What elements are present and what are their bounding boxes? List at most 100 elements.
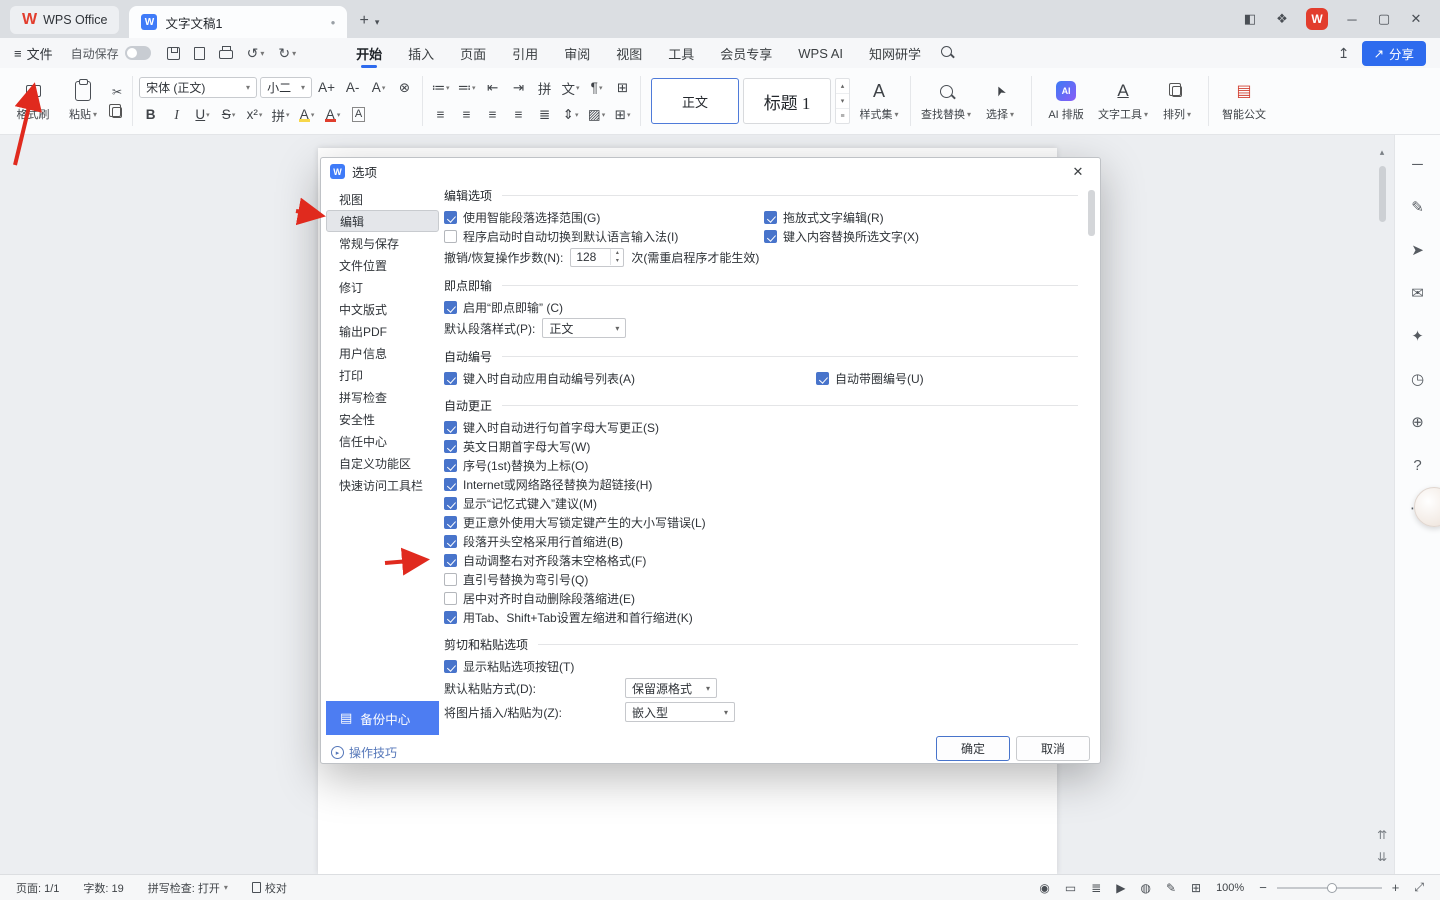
font-name-select[interactable]: 宋体 (正文) ▾ <box>139 77 258 98</box>
checkbox[interactable] <box>444 478 457 491</box>
option-row[interactable]: 自动带圈编号(U) <box>816 369 924 388</box>
text-tool-button[interactable]: A 文字工具 ▾ <box>1094 80 1152 122</box>
dialog-sidebar-item[interactable]: 信任中心 <box>326 430 439 452</box>
checkbox[interactable] <box>444 554 457 567</box>
option-row[interactable]: 键入内容替换所选文字(X) <box>764 227 919 246</box>
menu-tab[interactable]: ✦知网研学 <box>869 38 921 68</box>
checkbox[interactable] <box>444 516 457 529</box>
autosave-toggle[interactable] <box>124 46 151 60</box>
checkbox[interactable] <box>444 459 457 472</box>
file-menu-button[interactable]: ≡ 文件 <box>14 44 53 63</box>
phonetic-button[interactable]: 拼 ▾ <box>269 104 292 125</box>
undo-steps-stepper[interactable]: ▴ ▾ <box>610 249 623 265</box>
font-color-button[interactable]: A ▾ <box>321 104 344 125</box>
dialog-sidebar-item[interactable]: 修订 <box>326 276 439 298</box>
upload-icon[interactable]: ↥ <box>1338 45 1350 62</box>
default-paste-select[interactable]: 保留源格式 ▾ <box>625 678 717 698</box>
option-row[interactable]: 使用智能段落选择范围(G) <box>444 208 764 227</box>
option-row[interactable]: 英文日期首字母大写(W) <box>444 437 1078 456</box>
save-button[interactable] <box>166 46 180 60</box>
default-style-select[interactable]: 正文 ▾ <box>542 318 627 338</box>
read-mode-icon[interactable]: ▶ <box>1116 881 1125 895</box>
fullscreen-icon[interactable]: ⤢ <box>1414 880 1424 895</box>
dialog-sidebar-item[interactable]: 拼写检查 <box>326 386 439 408</box>
redo-button[interactable]: ↻ ▾ <box>278 45 296 62</box>
search-button[interactable] <box>941 46 953 60</box>
scroll-up-icon[interactable]: ▴ <box>1380 147 1385 158</box>
numbering-button[interactable]: ≕ ▾ <box>455 77 478 98</box>
zoom-level[interactable]: 100% <box>1216 882 1244 894</box>
underline-button[interactable]: U ▾ <box>191 104 214 125</box>
align-center-button[interactable]: ≡ <box>455 104 478 125</box>
wps-home-tab[interactable]: W WPS Office <box>10 6 120 34</box>
distribute-button[interactable]: ≣ <box>533 104 556 125</box>
maximize-button[interactable]: ▢ <box>1370 5 1398 33</box>
option-row[interactable]: 用Tab、Shift+Tab设置左缩进和首行缩进(K) <box>444 608 1078 627</box>
option-row[interactable]: 段落开头空格采用行首缩进(B) <box>444 532 1078 551</box>
user-avatar[interactable]: W <box>1306 8 1328 30</box>
undo-button[interactable]: ↺ ▾ <box>247 45 265 62</box>
undo-caret-icon[interactable]: ▾ <box>260 49 264 58</box>
comment-icon[interactable]: ✉ <box>1407 282 1429 304</box>
image-paste-select[interactable]: 嵌入型 ▾ <box>625 702 735 722</box>
superscript-button[interactable]: x² ▾ <box>243 104 266 125</box>
ai-layout-button[interactable]: AI AI 排版 <box>1038 80 1094 122</box>
paste-button[interactable]: 粘贴 ▾ <box>58 79 108 122</box>
checkbox[interactable] <box>764 230 777 243</box>
option-row[interactable]: 键入时自动进行句首字母大写更正(S) <box>444 418 1078 437</box>
gallery-down-icon[interactable]: ▾ <box>836 93 850 108</box>
checkbox[interactable] <box>444 372 457 385</box>
dialog-sidebar-item[interactable]: 常规与保存 <box>326 232 439 254</box>
menu-tab[interactable]: ✦会员专享 <box>720 38 772 68</box>
paragraph-mark-button[interactable]: ¶ ▾ <box>585 77 608 98</box>
zoom-slider-thumb[interactable] <box>1326 882 1337 893</box>
new-tab-button[interactable]: + <box>359 12 368 30</box>
dialog-scrollbar[interactable] <box>1088 190 1095 718</box>
dialog-sidebar-item[interactable]: 打印 <box>326 364 439 386</box>
option-row[interactable]: 自动调整右对齐段落末空格格式(F) <box>444 551 1078 570</box>
doc-scrollbar[interactable]: ▴ ⇈ ⇊ <box>1372 135 1392 874</box>
option-row[interactable]: 序号(1st)替换为上标(O) <box>444 456 1078 475</box>
align-right-button[interactable]: ≡ <box>481 104 504 125</box>
line-spacing-button[interactable]: ⇕ ▾ <box>559 104 582 125</box>
fit-page-icon[interactable]: ⊞ <box>1191 881 1201 895</box>
shading-button[interactable]: ▨ ▾ <box>585 104 608 125</box>
option-row[interactable]: 更正意外使用大写锁定键产生的大小写错误(L) <box>444 513 1078 532</box>
checkbox[interactable] <box>444 497 457 510</box>
strikethrough-button[interactable]: S ▾ <box>217 104 240 125</box>
option-row[interactable]: 键入时自动应用自动编号列表(A) <box>444 369 816 388</box>
eye-icon[interactable]: ◉ <box>1039 881 1049 895</box>
select-button[interactable]: ➤ 选择 ▾ <box>975 80 1025 122</box>
dialog-scrollbar-thumb[interactable] <box>1088 190 1095 236</box>
redo-caret-icon[interactable]: ▾ <box>292 49 296 58</box>
backup-center-button[interactable]: ▤ 备份中心 <box>326 701 439 735</box>
dialog-sidebar-item[interactable]: 快速访问工具栏 <box>326 474 439 496</box>
page-setup-button[interactable]: ⊞ <box>611 77 634 98</box>
contact-icon[interactable]: ⊕ <box>1407 411 1429 433</box>
checkbox[interactable] <box>444 421 457 434</box>
cancel-button[interactable]: 取消 <box>1016 736 1090 761</box>
text-effects-button[interactable]: A ▾ <box>367 77 390 98</box>
menu-tab[interactable]: ✦插入 <box>408 38 434 68</box>
cut-button[interactable]: ✂ <box>112 85 122 99</box>
phonetic-guide-button[interactable]: 拼 <box>533 77 556 98</box>
grow-font-button[interactable]: A+ <box>315 77 338 98</box>
zoom-out-button[interactable]: − <box>1259 880 1267 895</box>
dialog-sidebar-item[interactable]: 视图 <box>326 188 439 210</box>
checkbox[interactable] <box>444 592 457 605</box>
share-button[interactable]: ↗ 分享 <box>1361 40 1426 66</box>
sparkle-icon[interactable]: ✦ <box>1407 325 1429 347</box>
help-icon[interactable]: ? <box>1407 454 1429 476</box>
document-tab[interactable]: W 文字文稿1 ● <box>129 6 348 38</box>
bullets-button[interactable]: ≔ ▾ <box>429 77 452 98</box>
web-view-icon[interactable]: ◍ <box>1140 881 1150 895</box>
option-row[interactable]: 拖放式文字编辑(R) <box>764 208 919 227</box>
menu-tab[interactable]: ✦开始 <box>356 38 382 68</box>
scrollbar-thumb[interactable] <box>1378 166 1386 222</box>
option-row[interactable]: 居中对齐时自动删除段落缩进(E) <box>444 589 1078 608</box>
dialog-sidebar-item[interactable]: 输出PDF <box>326 320 439 342</box>
dialog-close-button[interactable]: ✕ <box>1065 161 1091 183</box>
print-button[interactable] <box>218 46 233 59</box>
style-set-button[interactable]: A 样式集 ▾ <box>854 80 904 122</box>
copy-button[interactable] <box>109 103 123 118</box>
